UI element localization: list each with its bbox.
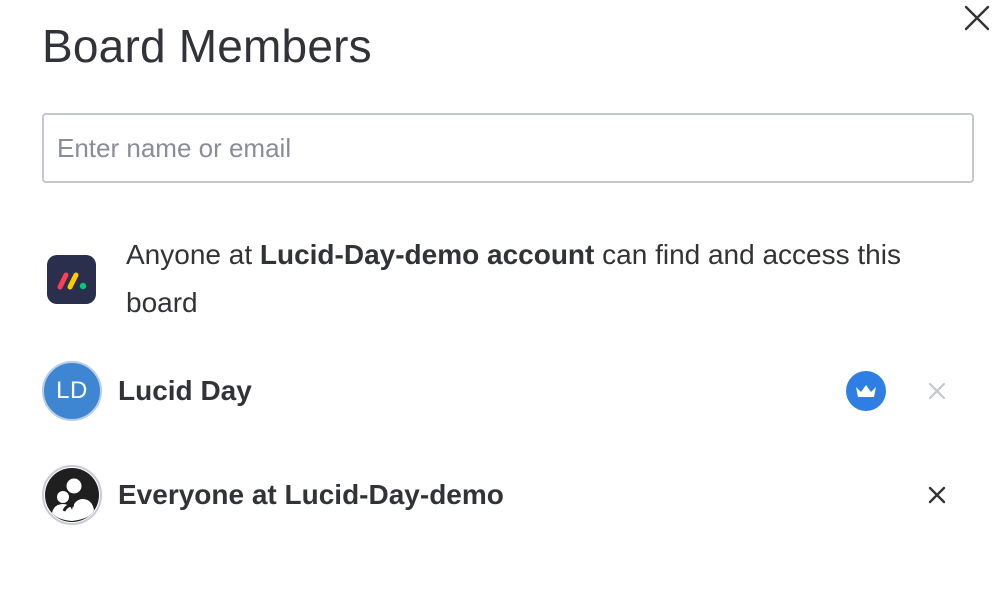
member-search-input[interactable] — [42, 113, 974, 183]
avatar-initials: LD — [56, 377, 88, 404]
member-row-everyone: Everyone at Lucid-Day-demo — [42, 465, 962, 527]
account-name: Lucid-Day-demo account — [259, 239, 595, 270]
close-icon — [928, 382, 946, 400]
member-row-lucid-day: LD Lucid Day — [42, 361, 962, 423]
remove-member-button[interactable] — [922, 480, 952, 510]
member-name: Everyone at Lucid-Day-demo — [118, 479, 504, 510]
dialog-title: Board Members — [42, 20, 372, 72]
avatar: LD — [42, 361, 102, 421]
owner-badge[interactable] — [846, 371, 886, 411]
close-icon — [928, 486, 946, 504]
account-access-text: Anyone at Lucid-Day-demo account can fin… — [126, 231, 946, 327]
crown-icon — [856, 385, 876, 397]
avatar — [42, 465, 102, 525]
account-access-prefix: Anyone at — [126, 239, 260, 270]
close-icon — [964, 5, 990, 31]
close-dialog-button[interactable] — [958, 0, 996, 36]
remove-member-button[interactable] — [922, 376, 952, 406]
board-members-dialog: Board Members Anyone at Lucid-Day-demo a… — [0, 0, 1004, 616]
member-name: Lucid Day — [118, 375, 252, 406]
monday-logo-icon — [47, 255, 96, 304]
team-icon — [45, 468, 99, 522]
